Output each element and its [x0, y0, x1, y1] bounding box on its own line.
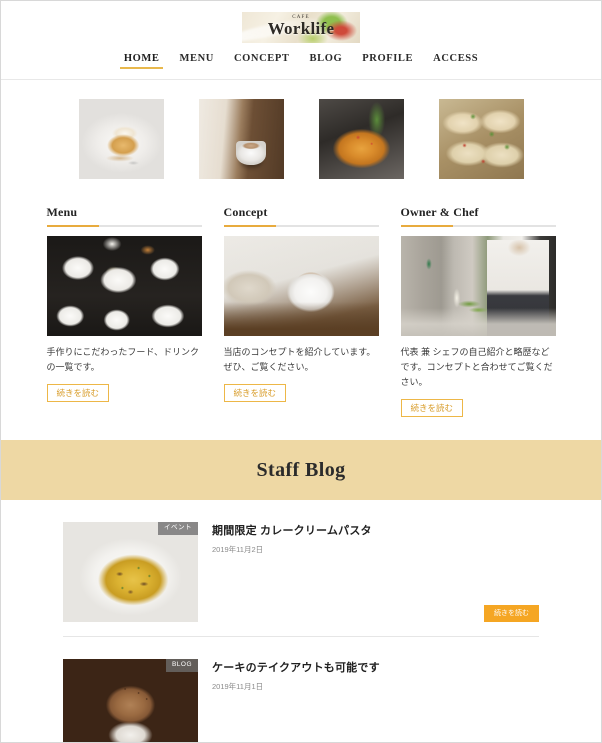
- read-more-button-menu[interactable]: 続きを読む: [46, 383, 110, 403]
- nav-item-access[interactable]: ACCESS: [423, 51, 488, 69]
- post-body: ケーキのテイクアウトも可能です 2019年11月1日 続きを読む: [212, 659, 539, 742]
- site-header: CAFE Worklife HOME MENU CONCEPT BLOG PRO…: [1, 1, 601, 80]
- card-title-concept: Concept: [223, 205, 268, 219]
- read-more-button-concept[interactable]: 続きを読む: [223, 383, 287, 403]
- nav-item-blog[interactable]: BLOG: [300, 51, 353, 69]
- post-thumbnail-curry-pasta[interactable]: イベント: [63, 522, 198, 623]
- feature-card-menu: Menu 手作りにこだわったフード、ドリンクの一覧です。 続きを読む: [46, 205, 202, 417]
- card-image-owner-chef[interactable]: [400, 236, 556, 336]
- read-more-button-post-1[interactable]: 続きを読む: [484, 605, 539, 623]
- blog-post-list: イベント 期間限定 カレークリームパスタ 2019年11月2日 続きを読む BL…: [1, 500, 601, 742]
- card-rule: [223, 225, 379, 227]
- hero-image-coffee-cup[interactable]: [198, 99, 284, 179]
- logo-wrapper: CAFE Worklife: [1, 12, 601, 43]
- post-body: 期間限定 カレークリームパスタ 2019年11月2日 続きを読む: [212, 522, 539, 623]
- hero-image-shrimp-pasta[interactable]: [318, 99, 404, 179]
- hero-image-tacos[interactable]: [438, 99, 524, 179]
- card-image-menu[interactable]: [46, 236, 202, 336]
- feature-cards: Menu 手作りにこだわったフード、ドリンクの一覧です。 続きを読む Conce…: [1, 197, 601, 418]
- hero-image-apple-pie[interactable]: [78, 99, 164, 179]
- post-thumbnail-cupcakes[interactable]: BLOG: [63, 659, 198, 742]
- hero-image-strip: [1, 80, 601, 197]
- post-title[interactable]: ケーキのテイクアウトも可能です: [212, 659, 539, 675]
- card-rule: [46, 225, 202, 227]
- post-category-badge: BLOG: [165, 659, 198, 672]
- main-navigation: HOME MENU CONCEPT BLOG PROFILE ACCESS: [1, 51, 601, 79]
- post-date: 2019年11月2日: [212, 545, 264, 555]
- staff-blog-banner: Staff Blog: [1, 440, 601, 501]
- card-text-owner-chef: 代表 兼 シェフの自己紹介と略歴などです。コンセプトと合わせてご覧ください。: [400, 347, 553, 387]
- blog-post-item[interactable]: イベント 期間限定 カレークリームパスタ 2019年11月2日 続きを読む: [63, 500, 539, 638]
- logo-name: Worklife: [267, 19, 335, 38]
- post-category-badge: イベント: [158, 522, 198, 535]
- card-text-menu: 手作りにこだわったフード、ドリンクの一覧です。: [46, 347, 199, 372]
- nav-item-profile[interactable]: PROFILE: [352, 51, 423, 69]
- staff-blog-title: Staff Blog: [256, 458, 346, 481]
- page-root: CAFE Worklife HOME MENU CONCEPT BLOG PRO…: [1, 1, 601, 742]
- card-title-menu: Menu: [46, 205, 78, 219]
- post-date: 2019年11月1日: [212, 682, 264, 692]
- card-title-owner-chef: Owner & Chef: [400, 205, 479, 219]
- read-more-button-owner-chef[interactable]: 続きを読む: [400, 398, 464, 418]
- nav-item-concept[interactable]: CONCEPT: [224, 51, 300, 69]
- card-image-concept[interactable]: [223, 236, 379, 336]
- card-text-concept: 当店のコンセプトを紹介しています。ぜひ、ご覧ください。: [223, 347, 376, 372]
- blog-post-item[interactable]: BLOG ケーキのテイクアウトも可能です 2019年11月1日 続きを読む: [63, 637, 539, 742]
- nav-item-menu[interactable]: MENU: [169, 51, 223, 69]
- feature-card-concept: Concept 当店のコンセプトを紹介しています。ぜひ、ご覧ください。 続きを読…: [223, 205, 379, 417]
- site-logo[interactable]: CAFE Worklife: [242, 12, 360, 43]
- post-title[interactable]: 期間限定 カレークリームパスタ: [212, 522, 539, 538]
- nav-item-home[interactable]: HOME: [114, 51, 170, 69]
- feature-card-owner-chef: Owner & Chef 代表 兼 シェフの自己紹介と略歴などです。コンセプトと…: [400, 205, 556, 418]
- card-rule: [400, 225, 556, 227]
